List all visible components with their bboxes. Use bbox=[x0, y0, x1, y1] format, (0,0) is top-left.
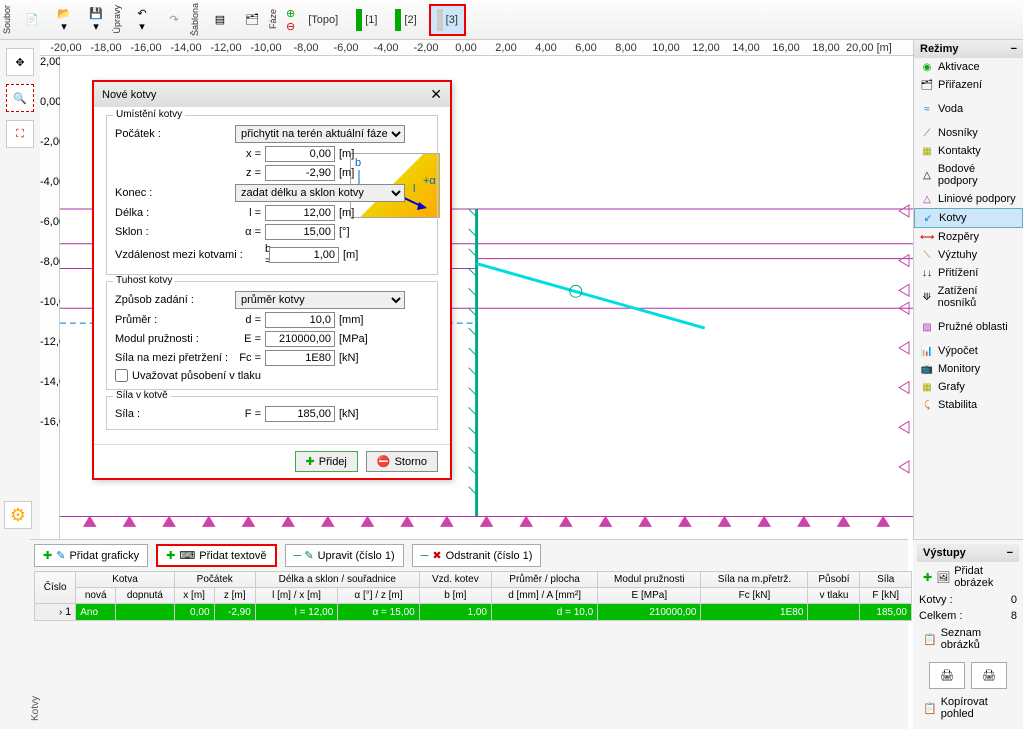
col-pusobi: Působí bbox=[808, 572, 860, 588]
copy-view-button[interactable]: 📋 Kopírovat pohled bbox=[917, 693, 1019, 723]
mode-kotvy[interactable]: ↙Kotvy bbox=[914, 208, 1023, 228]
diameter-input[interactable] bbox=[265, 312, 335, 328]
mode-stabilita[interactable]: ⤹Stabilita bbox=[914, 396, 1023, 414]
mode-nosniky[interactable]: ⟋Nosníky bbox=[914, 124, 1023, 142]
mode-pruzne[interactable]: ▨Pružné oblasti bbox=[914, 318, 1023, 336]
mode-voda[interactable]: ≈Voda bbox=[914, 100, 1023, 118]
outputs-panel: Výstupy− ✚🖼 Přidat obrázek Kotvy :0 Celk… bbox=[913, 539, 1023, 729]
mode-monitory[interactable]: 📺Monitory bbox=[914, 360, 1023, 378]
zoom-tool-icon[interactable]: 🔍 bbox=[6, 84, 34, 112]
undo-icon[interactable]: ↶▾ bbox=[127, 3, 157, 37]
edit-button[interactable]: ─ ✎Upravit (číslo 1) bbox=[285, 544, 404, 567]
mode-kontakty[interactable]: ▦Kontakty bbox=[914, 142, 1023, 160]
redo-icon[interactable]: ↷ bbox=[159, 3, 189, 37]
add-textually-button[interactable]: ✚⌨Přidat textově bbox=[156, 544, 276, 567]
origin-select[interactable]: přichytit na terén aktuální fáze bbox=[235, 125, 405, 143]
menu-faze[interactable]: Fáze bbox=[268, 9, 278, 29]
col-cislo: Číslo bbox=[35, 572, 76, 604]
open-file-icon[interactable]: 📂▾ bbox=[49, 3, 79, 37]
print-icon[interactable]: 🖨 bbox=[929, 662, 965, 689]
col-silapret: Síla na m.přetrž. bbox=[701, 572, 808, 588]
mode-liniove[interactable]: △Liniové podpory bbox=[914, 190, 1023, 208]
mode-grafy[interactable]: ▦Grafy bbox=[914, 378, 1023, 396]
modes-title: Režimy bbox=[920, 43, 959, 55]
close-icon[interactable]: ✕ bbox=[430, 86, 442, 103]
anchors-table: Číslo Kotva Počátek Délka a sklon / souř… bbox=[34, 571, 912, 621]
col-prumer: Průměr / plocha bbox=[492, 572, 598, 588]
table-row[interactable]: › 1 Ano 0,00-2,90 l = 12,00α = 15,00 1,0… bbox=[35, 604, 912, 621]
mode-bodove[interactable]: △Bodové podpory bbox=[914, 160, 1023, 190]
phase-3[interactable]: [3] bbox=[429, 4, 466, 36]
save-file-icon[interactable]: 💾▾ bbox=[81, 3, 111, 37]
menu-soubor[interactable]: Soubor bbox=[2, 5, 12, 34]
length-input[interactable] bbox=[265, 205, 335, 221]
mode-vypocet[interactable]: 📊Výpočet bbox=[914, 342, 1023, 360]
mode-zatizeni[interactable]: ⟱Zatížení nosníků bbox=[914, 282, 1023, 312]
slope-input[interactable] bbox=[265, 224, 335, 240]
bottom-panel: ✚ ✎Přidat graficky ✚⌨Přidat textově ─ ✎U… bbox=[30, 539, 908, 729]
settings-icon[interactable]: ⚙ bbox=[4, 501, 32, 529]
main-toolbar: Soubor 📄 📂▾ 💾▾ Úpravy ↶▾ ↷ Šablona ▤ 🗂 F… bbox=[0, 0, 1023, 40]
new-anchors-dialog: Nové kotvy ✕ b[x,z]l+α Umístění kotvy Po… bbox=[92, 80, 452, 480]
mode-aktivace[interactable]: ◉Aktivace bbox=[914, 58, 1023, 76]
phase-add-remove[interactable]: ⊕⊖ bbox=[286, 7, 295, 33]
compression-checkbox[interactable] bbox=[115, 369, 128, 382]
minimize-icon[interactable]: − bbox=[1011, 43, 1017, 55]
col-kotva: Kotva bbox=[76, 572, 174, 588]
add-graphically-button[interactable]: ✚ ✎Přidat graficky bbox=[34, 544, 148, 567]
add-button[interactable]: ✚Přidej bbox=[295, 451, 358, 472]
menu-upravy[interactable]: Úpravy bbox=[112, 5, 122, 34]
break-force-input[interactable] bbox=[265, 350, 335, 366]
phase-2[interactable]: [2] bbox=[389, 6, 422, 34]
mode-rozpery[interactable]: ⟷Rozpěry bbox=[914, 228, 1023, 246]
add-image-button[interactable]: ✚🖼 Přidat obrázek bbox=[917, 562, 1019, 592]
stiffness-mode-select[interactable]: průměr kotvy bbox=[235, 291, 405, 309]
menu-sablona[interactable]: Šablona bbox=[190, 3, 200, 36]
phase-topo[interactable]: [Topo] bbox=[302, 11, 344, 29]
col-modul: Modul pružnosti bbox=[598, 572, 701, 588]
mode-pritizeni[interactable]: ↓↓Přitížení bbox=[914, 264, 1023, 282]
layers-icon[interactable]: 🗂 bbox=[237, 3, 267, 37]
ruler-horizontal: -20,00-18,00-16,00-14,00-12,00-10,00-8,0… bbox=[40, 40, 913, 56]
outputs-title: Výstupy bbox=[923, 547, 966, 559]
new-file-icon[interactable]: 📄 bbox=[17, 3, 47, 37]
cancel-button[interactable]: ⛔Storno bbox=[366, 451, 438, 472]
spacing-input[interactable] bbox=[269, 247, 339, 263]
mode-prirazeni[interactable]: 🗂Přiřazení bbox=[914, 76, 1023, 94]
col-vzd: Vzd. kotev bbox=[419, 572, 491, 588]
col-pocatek: Počátek bbox=[174, 572, 255, 588]
col-delka: Délka a sklon / souřadnice bbox=[255, 572, 419, 588]
template-icon[interactable]: ▤ bbox=[205, 3, 235, 37]
panel-side-label: Kotvy bbox=[30, 690, 41, 727]
minimize-icon[interactable]: − bbox=[1007, 547, 1013, 559]
x-input[interactable] bbox=[265, 146, 335, 162]
print-color-icon[interactable]: 🖨 bbox=[971, 662, 1007, 689]
end-select[interactable]: zadat délku a sklon kotvy bbox=[235, 184, 405, 202]
mode-vyztuhy[interactable]: ⟍Výztuhy bbox=[914, 246, 1023, 264]
extents-tool-icon[interactable]: ⛶ bbox=[6, 120, 34, 148]
dialog-title: Nové kotvy bbox=[102, 89, 156, 101]
remove-button[interactable]: ─ ✖Odstranit (číslo 1) bbox=[412, 544, 542, 567]
phase-1[interactable]: [1] bbox=[350, 6, 383, 34]
force-input[interactable] bbox=[265, 406, 335, 422]
col-sila: Síla bbox=[860, 572, 912, 588]
move-tool-icon[interactable]: ✥ bbox=[6, 48, 34, 76]
image-list-button[interactable]: 📋 Seznam obrázků bbox=[917, 624, 1019, 654]
z-input[interactable] bbox=[265, 165, 335, 181]
modulus-input[interactable] bbox=[265, 331, 335, 347]
